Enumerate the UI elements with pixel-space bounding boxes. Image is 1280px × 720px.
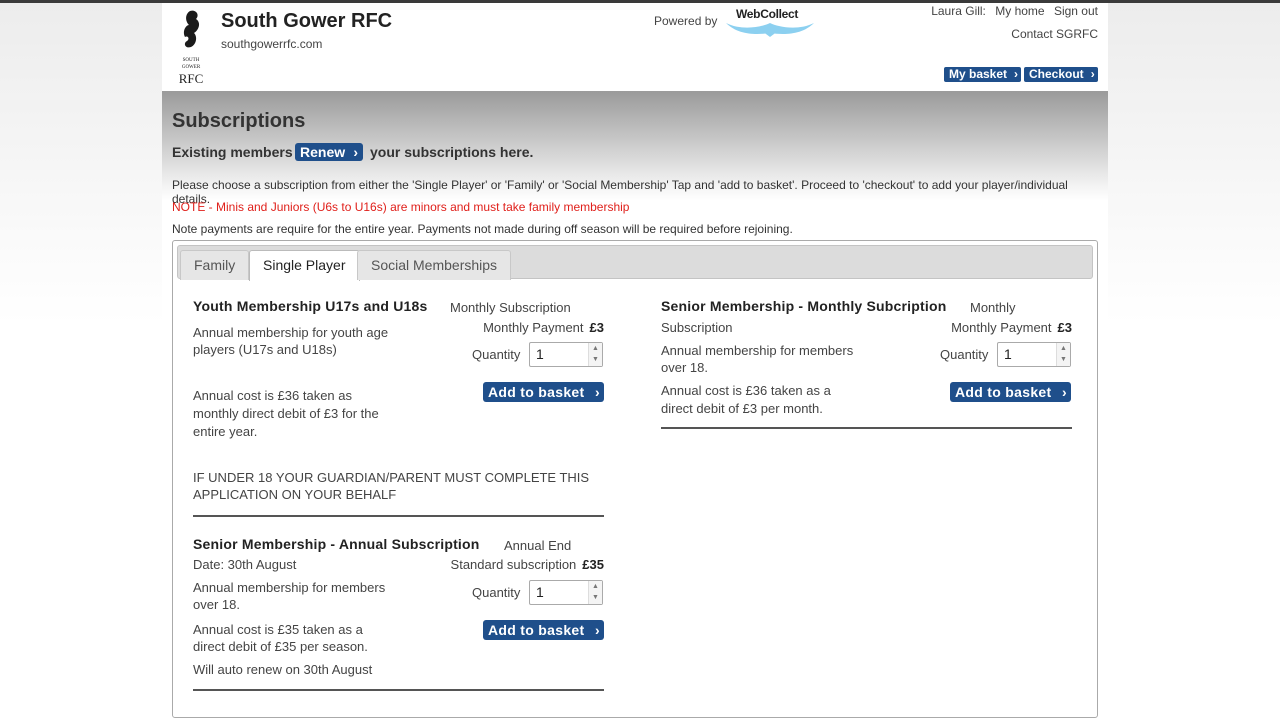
senior-monthly-price: Monthly Payment £3 — [913, 320, 1072, 335]
youth-cost-2: monthly direct debit of £3 for the — [193, 406, 379, 421]
tab-family[interactable]: Family — [180, 250, 250, 280]
senior-annual-subtitle-1: Annual End — [504, 538, 572, 553]
youth-price-label: Monthly Payment — [483, 320, 584, 335]
senior-annual-quantity-input[interactable]: 1 ▲ ▼ — [529, 580, 603, 605]
user-name: Laura Gill: — [931, 4, 986, 18]
senior-monthly-subtitle-1: Monthly — [970, 300, 1016, 315]
senior-annual-title: Senior Membership - Annual Subscription — [193, 536, 480, 552]
contact-link[interactable]: Contact SGRFC — [1011, 27, 1098, 41]
club-logo: SOUTH GOWER RFC — [179, 10, 204, 86]
divider — [193, 689, 604, 691]
senior-monthly-price-value: £3 — [1057, 320, 1072, 335]
youth-desc-2: players (U17s and U18s) — [193, 342, 337, 357]
senior-annual-cost-1: Annual cost is £35 taken as a — [193, 622, 363, 637]
chevron-right-icon: › — [1014, 67, 1019, 81]
chevron-right-icon: › — [1090, 67, 1095, 81]
subscription-tabs: Family Single Player Social Memberships … — [172, 240, 1098, 718]
powered-by-label: Powered by — [654, 14, 718, 28]
logo-text-gower: GOWER — [182, 65, 201, 70]
youth-qty-label: Quantity — [472, 347, 521, 362]
senior-annual-price: Standard subscription £35 — [413, 557, 604, 572]
senior-annual-subtitle-2: Date: 30th August — [193, 557, 297, 572]
senior-monthly-desc-1: Annual membership for members — [661, 343, 854, 358]
senior-monthly-quantity-input[interactable]: 1 ▲ ▼ — [997, 342, 1071, 367]
youth-quantity-input[interactable]: 1 ▲ ▼ — [529, 342, 603, 367]
senior-monthly-title: Senior Membership - Monthly Subcription — [661, 298, 947, 314]
spinner-arrows-icon[interactable]: ▲ ▼ — [588, 581, 602, 604]
club-url: southgowerrfc.com — [221, 37, 323, 51]
renew-label: Renew — [300, 144, 346, 160]
senior-annual-price-value: £35 — [582, 557, 604, 572]
youth-price-value: £3 — [589, 320, 604, 335]
logo-text-rfc: RFC — [179, 71, 204, 86]
youth-cost-3: entire year. — [193, 424, 258, 439]
senior-annual-cost-2: direct debit of £35 per season. — [193, 639, 368, 654]
senior-monthly-add-label: Add to basket — [955, 384, 1052, 400]
sign-out-link[interactable]: Sign out — [1054, 4, 1098, 18]
senior-monthly-price-label: Monthly Payment — [951, 320, 1052, 335]
senior-monthly-add-to-basket-button[interactable]: Add to basket › — [950, 382, 1071, 402]
senior-annual-add-to-basket-button[interactable]: Add to basket › — [483, 620, 604, 640]
senior-monthly-qty-value: 1 — [1004, 346, 1012, 362]
checkout-label: Checkout — [1029, 67, 1084, 81]
payments-note: Note payments are require for the entire… — [172, 222, 793, 236]
chevron-right-icon: › — [353, 144, 358, 160]
senior-monthly-desc-2: over 18. — [661, 360, 708, 375]
spinner-arrows-icon[interactable]: ▲ ▼ — [1056, 343, 1070, 366]
youth-add-label: Add to basket — [488, 384, 585, 400]
divider — [193, 515, 604, 517]
webcollect-text: WebCollect — [736, 7, 799, 21]
youth-price: Monthly Payment £3 — [443, 320, 604, 335]
checkout-button[interactable]: Checkout › — [1024, 67, 1098, 82]
youth-desc-1: Annual membership for youth age — [193, 325, 389, 340]
senior-annual-desc-1: Annual membership for members — [193, 580, 386, 595]
senior-annual-renew-note: Will auto renew on 30th August — [193, 662, 373, 677]
senior-annual-desc-2: over 18. — [193, 597, 240, 612]
my-basket-button[interactable]: My basket › — [944, 67, 1022, 82]
my-basket-label: My basket — [949, 67, 1008, 81]
tab-single-player[interactable]: Single Player — [249, 250, 360, 281]
youth-warning-2: APPLICATION ON YOUR BEHALF — [193, 487, 397, 502]
senior-annual-add-label: Add to basket — [488, 622, 585, 638]
renew-button[interactable]: Renew › — [295, 143, 363, 161]
youth-warning-1: IF UNDER 18 YOUR GUARDIAN/PARENT MUST CO… — [193, 470, 590, 485]
chevron-right-icon: › — [595, 384, 600, 400]
site-header: SOUTH GOWER RFC South Gower RFC southgow… — [162, 3, 1108, 91]
senior-monthly-qty-label: Quantity — [940, 347, 989, 362]
youth-subtitle: Monthly Subscription — [450, 300, 571, 315]
my-home-link[interactable]: My home — [995, 4, 1044, 18]
senior-monthly-subtitle-2: Subscription — [661, 320, 733, 335]
tab-bar: Family Single Player Social Memberships — [177, 245, 1093, 281]
club-name: South Gower RFC — [221, 10, 393, 32]
senior-annual-qty-value: 1 — [536, 584, 544, 600]
youth-title: Youth Membership U17s and U18s — [193, 298, 428, 314]
youth-qty-value: 1 — [536, 346, 544, 362]
minors-note: NOTE - Minis and Juniors (U6s to U16s) a… — [172, 200, 630, 214]
youth-cost-1: Annual cost is £36 taken as — [193, 388, 352, 403]
senior-monthly-cost-2: direct debit of £3 per month. — [661, 401, 823, 416]
existing-members-tail: your subscriptions here. — [370, 144, 534, 160]
spinner-arrows-icon[interactable]: ▲ ▼ — [588, 343, 602, 366]
divider — [661, 427, 1072, 429]
page-container: SOUTH GOWER RFC South Gower RFC southgow… — [162, 3, 1108, 720]
logo-text-south: SOUTH — [183, 58, 200, 63]
user-links: Laura Gill: My home Sign out — [925, 4, 1098, 18]
existing-members-label: Existing members — [172, 144, 293, 160]
chevron-right-icon: › — [1062, 384, 1067, 400]
page-title: Subscriptions — [172, 110, 306, 132]
senior-annual-price-label: Standard subscription — [450, 557, 577, 572]
senior-monthly-cost-1: Annual cost is £36 taken as a — [661, 383, 831, 398]
senior-annual-qty-label: Quantity — [472, 585, 521, 600]
tab-social-memberships[interactable]: Social Memberships — [357, 250, 512, 280]
chevron-right-icon: › — [595, 622, 600, 638]
youth-add-to-basket-button[interactable]: Add to basket › — [483, 382, 604, 402]
